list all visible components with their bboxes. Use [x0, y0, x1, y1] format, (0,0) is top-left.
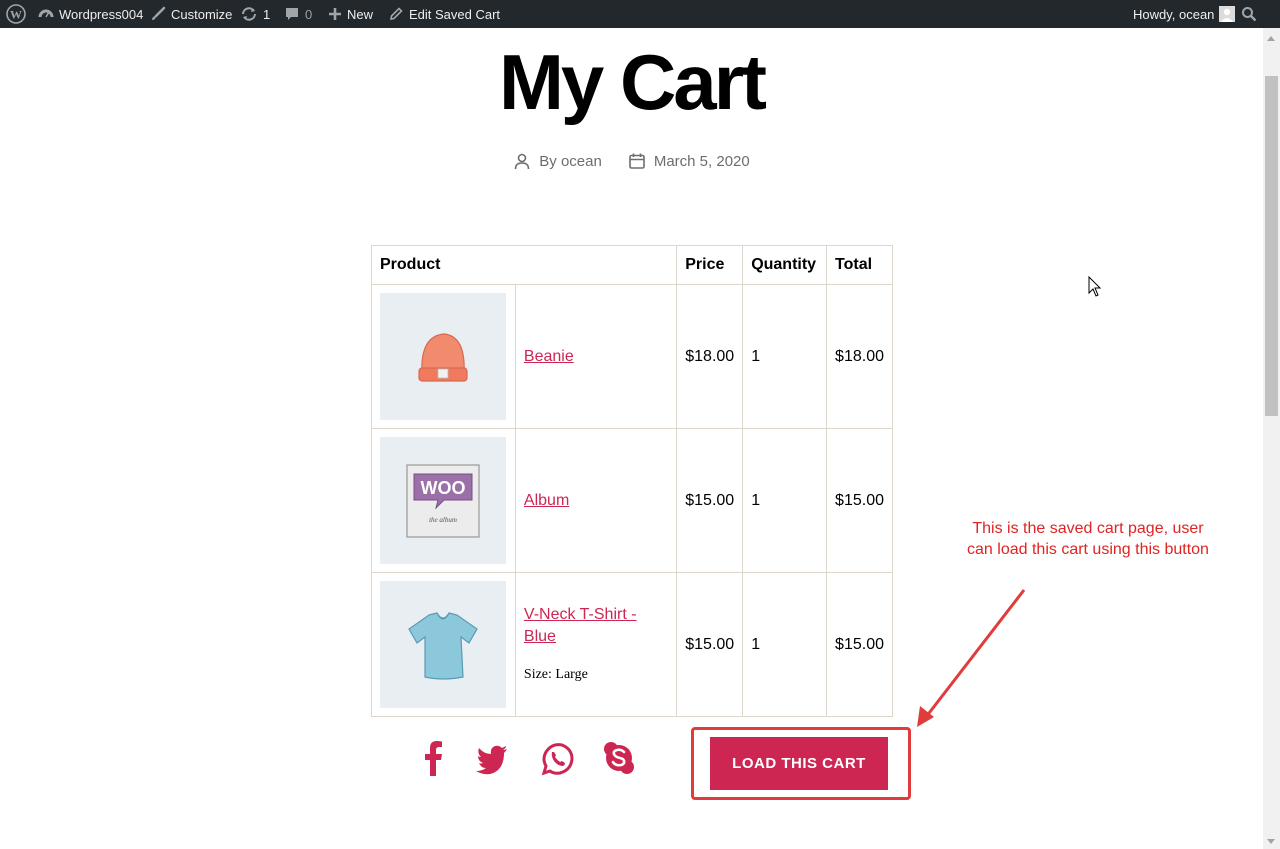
twitter-icon [476, 745, 507, 775]
search-icon [1242, 7, 1257, 22]
header-total: Total [826, 245, 893, 285]
product-variation: Size: Large [523, 666, 588, 682]
cart-table: Product Price Quantity Total Beanie $18.… [370, 245, 893, 717]
price-cell: $15.00 [676, 572, 744, 717]
product-name-cell: Beanie [514, 284, 678, 429]
album-image[interactable]: WOO the album [380, 437, 506, 564]
avatar-icon [1219, 6, 1236, 22]
howdy-text: Howdy, ocean [1133, 6, 1215, 22]
product-link[interactable]: Beanie [524, 348, 574, 365]
quantity-cell: 1 [742, 572, 828, 717]
scroll-thumb[interactable] [1265, 76, 1278, 416]
wordpress-logo[interactable]: W [6, 0, 26, 28]
calendar-icon [629, 153, 645, 169]
customize-label: Customize [171, 6, 233, 22]
product-image-cell [371, 572, 516, 717]
tshirt-image[interactable] [380, 581, 506, 708]
post-date: March 5, 2020 [628, 152, 750, 170]
load-cart-button[interactable]: LOAD THIS CART [710, 737, 888, 790]
admin-bar: W Wordpress004 Customize 1 0 New Edit Sa… [0, 0, 1280, 28]
vertical-scrollbar[interactable] [1263, 28, 1280, 849]
account-menu[interactable]: Howdy, ocean [1133, 0, 1236, 28]
skype-icon [604, 742, 634, 774]
pencil-icon [390, 7, 403, 20]
price-cell: $18.00 [676, 284, 744, 429]
comment-icon [286, 8, 298, 20]
product-image-cell [371, 284, 516, 429]
product-name-cell: Album [514, 428, 678, 573]
table-row: WOO the album Album $15.00 1 $15.00 [371, 428, 893, 573]
quantity-cell: 1 [742, 428, 828, 573]
post-meta: By ocean March 5, 2020 [0, 152, 1263, 170]
brush-icon [152, 6, 166, 20]
product-link[interactable]: V-Neck T-Shirt - Blue [524, 606, 637, 645]
svg-text:W: W [10, 8, 22, 22]
new-label: New [347, 6, 374, 22]
twitter-share[interactable] [475, 740, 509, 781]
product-name-cell: V-Neck T-Shirt - Blue Size: Large [514, 572, 678, 717]
new-content-link[interactable]: New [328, 0, 373, 28]
facebook-share[interactable] [421, 740, 445, 781]
scroll-down-arrow[interactable] [1267, 839, 1275, 844]
quantity-cell: 1 [742, 284, 828, 429]
admin-search[interactable] [1241, 0, 1257, 28]
page-title: My Cart [498, 38, 767, 126]
facebook-icon [425, 741, 442, 776]
site-name-link[interactable]: Wordpress004 [38, 0, 143, 28]
mouse-cursor [1088, 276, 1102, 297]
total-cell: $15.00 [826, 428, 893, 573]
dashboard-icon [38, 9, 54, 18]
skype-share[interactable] [602, 740, 636, 781]
updates-count: 1 [263, 6, 271, 22]
header-quantity: Quantity [742, 245, 828, 285]
table-row: V-Neck T-Shirt - Blue Size: Large $15.00… [371, 572, 893, 717]
table-row: Beanie $18.00 1 $18.00 [371, 284, 893, 429]
author-link[interactable]: By ocean [539, 153, 602, 170]
edit-link[interactable]: Edit Saved Cart [388, 0, 500, 28]
site-name: Wordpress004 [59, 6, 144, 22]
price-cell: $15.00 [676, 428, 744, 573]
comments-count: 0 [305, 6, 313, 22]
svg-text:the album: the album [429, 516, 457, 524]
plus-icon [329, 8, 341, 20]
update-icon [242, 7, 256, 21]
updates-link[interactable]: 1 [240, 0, 270, 28]
user-icon [514, 153, 530, 170]
total-cell: $15.00 [826, 572, 893, 717]
scroll-up-arrow[interactable] [1267, 36, 1275, 41]
whatsapp-icon [541, 743, 574, 776]
customize-link[interactable]: Customize [150, 0, 232, 28]
product-image-cell: WOO the album [371, 428, 516, 573]
post-author: By ocean [513, 152, 602, 170]
date-link[interactable]: March 5, 2020 [654, 153, 750, 170]
product-link[interactable]: Album [524, 492, 569, 509]
edit-label: Edit Saved Cart [409, 6, 501, 22]
wordpress-icon: W [6, 4, 26, 24]
whatsapp-share[interactable] [540, 740, 574, 781]
header-product: Product [370, 245, 678, 285]
header-price: Price [676, 245, 744, 285]
total-cell: $18.00 [826, 284, 893, 429]
annotation-note: This is the saved cart page, user can lo… [967, 520, 1209, 558]
beanie-image[interactable] [380, 293, 506, 420]
svg-text:WOO: WOO [421, 478, 466, 498]
table-header-row: Product Price Quantity Total [370, 245, 893, 285]
comments-link[interactable]: 0 [284, 0, 312, 28]
